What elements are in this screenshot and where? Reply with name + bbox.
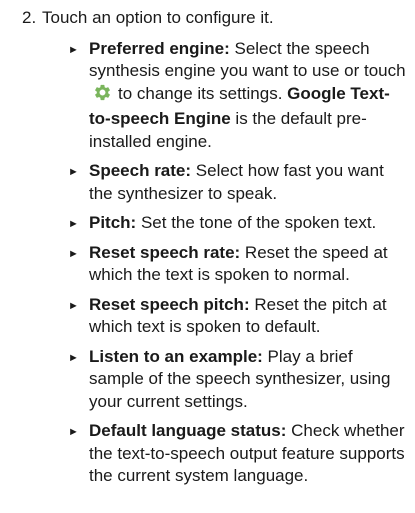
step-number: 2. bbox=[22, 8, 37, 27]
item-term: Default language status: bbox=[89, 421, 287, 440]
bullet-marker: ► bbox=[68, 43, 79, 56]
gear-icon bbox=[93, 83, 112, 109]
bullet-marker: ► bbox=[68, 247, 79, 260]
list-item-default-language-status: ► Default language status: Check whether… bbox=[68, 420, 407, 488]
item-term: Reset speech rate: bbox=[89, 242, 241, 262]
item-term: Reset speech pitch: bbox=[89, 294, 250, 314]
step-text: Touch an option to configure it. bbox=[42, 8, 274, 27]
item-term: Preferred engine: bbox=[89, 38, 230, 58]
item-term: Listen to an example: bbox=[89, 346, 263, 366]
bullet-marker: ► bbox=[68, 351, 79, 364]
bullet-marker: ► bbox=[68, 218, 79, 230]
list-item-listen-example: ► Listen to an example: Play a brief sam… bbox=[68, 346, 407, 414]
list-item-speech-rate: ► Speech rate: Select how fast you want … bbox=[68, 160, 407, 205]
item-text: to change its settings. bbox=[118, 83, 288, 103]
option-list: ► Preferred engine: Select the speech sy… bbox=[42, 38, 407, 488]
document-page: 2. Touch an option to configure it. ► Pr… bbox=[0, 0, 415, 513]
item-term: Speech rate: bbox=[89, 161, 192, 180]
list-item-reset-speech-pitch: ► Reset speech pitch: Reset the pitch at… bbox=[68, 294, 407, 339]
list-item-reset-speech-rate: ► Reset speech rate: Reset the speed at … bbox=[68, 242, 407, 287]
item-text: Set the tone of the spoken text. bbox=[136, 213, 377, 232]
list-item-pitch: ► Pitch: Set the tone of the spoken text… bbox=[68, 212, 407, 235]
bullet-marker: ► bbox=[68, 299, 79, 312]
bullet-marker: ► bbox=[68, 166, 79, 178]
item-term: Pitch: bbox=[89, 213, 137, 232]
list-item-preferred-engine: ► Preferred engine: Select the speech sy… bbox=[68, 38, 407, 154]
bullet-marker: ► bbox=[68, 426, 79, 438]
instruction-step: 2. Touch an option to configure it. ► Pr… bbox=[22, 7, 407, 495]
step-content: Touch an option to configure it. ► Prefe… bbox=[42, 7, 407, 495]
